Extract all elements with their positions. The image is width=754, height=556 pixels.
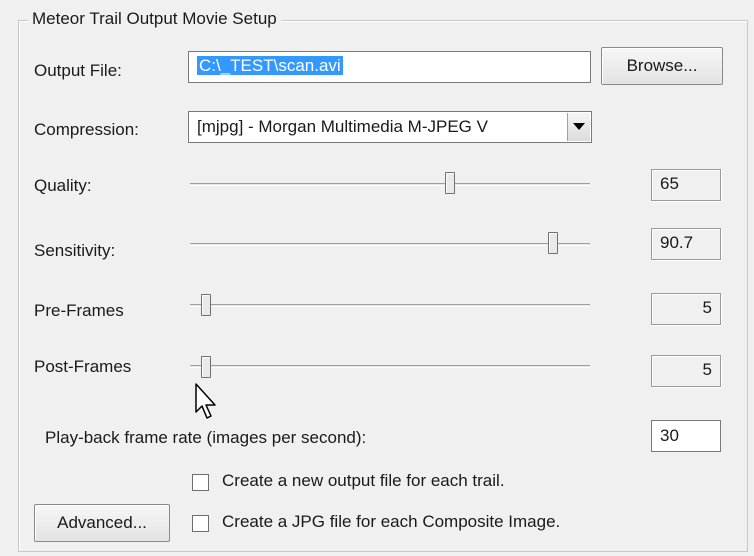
quality-slider-track[interactable]	[190, 183, 590, 186]
new-file-per-trail-label: Create a new output file for each trail.	[222, 471, 505, 490]
compression-label: Compression:	[34, 120, 139, 139]
pre-frames-slider-track[interactable]	[190, 304, 590, 307]
sensitivity-slider-thumb[interactable]	[547, 232, 558, 254]
output-file-value: C:\_TEST\scan.avi	[197, 56, 343, 75]
pre-frames-slider-thumb[interactable]	[201, 294, 211, 316]
new-file-per-trail-checkbox[interactable]	[192, 474, 209, 491]
group-title: Meteor Trail Output Movie Setup	[28, 9, 281, 29]
quality-value: 65	[651, 169, 721, 201]
post-frames-slider-thumb[interactable]	[201, 356, 211, 378]
pre-frames-label: Pre-Frames	[34, 301, 124, 320]
sensitivity-slider-track[interactable]	[190, 243, 590, 246]
quality-label: Quality:	[34, 176, 92, 195]
pre-frames-value: 5	[651, 293, 721, 325]
jpg-per-composite-checkbox[interactable]	[192, 515, 209, 532]
sensitivity-label: Sensitivity:	[34, 241, 116, 260]
post-frames-value: 5	[651, 355, 721, 387]
quality-slider-thumb[interactable]	[445, 172, 455, 194]
jpg-per-composite-label: Create a JPG file for each Composite Ima…	[222, 512, 561, 531]
mouse-pointer-icon	[195, 383, 216, 419]
sensitivity-value: 90.7	[651, 228, 721, 260]
post-frames-slider-track[interactable]	[190, 365, 590, 368]
output-file-label: Output File:	[34, 61, 122, 80]
compression-select[interactable]: [mjpg] - Morgan Multimedia M-JPEG V	[188, 111, 592, 143]
output-file-input[interactable]: C:\_TEST\scan.avi	[188, 51, 591, 83]
post-frames-label: Post-Frames	[34, 357, 132, 376]
playback-rate-input[interactable]: 30	[651, 420, 721, 452]
playback-rate-label: Play-back frame rate (images per second)…	[45, 428, 367, 447]
advanced-button[interactable]: Advanced...	[34, 504, 170, 542]
chevron-down-icon[interactable]	[567, 113, 590, 141]
browse-button[interactable]: Browse...	[601, 47, 723, 85]
compression-selected-value: [mjpg] - Morgan Multimedia M-JPEG V	[197, 117, 488, 136]
